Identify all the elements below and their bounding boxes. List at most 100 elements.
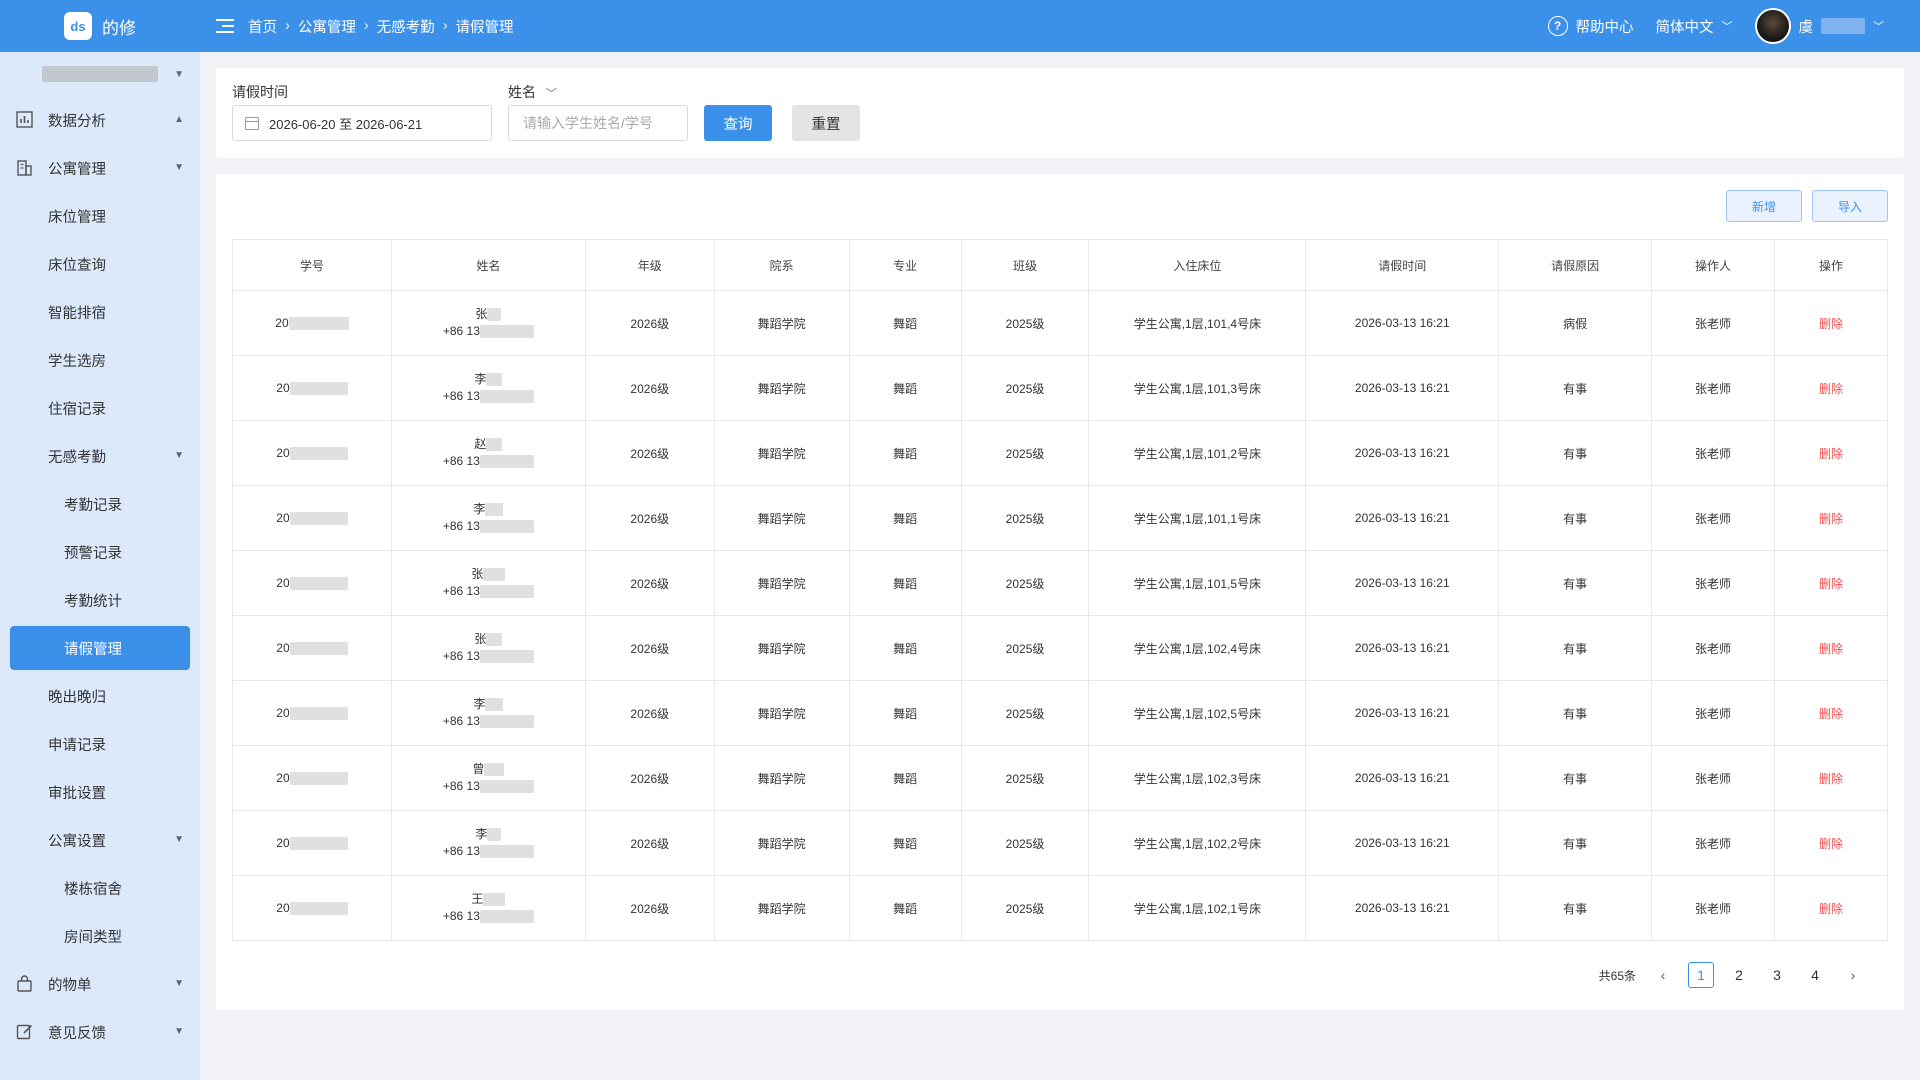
student-id-redacted xyxy=(289,707,348,721)
sidebar-item-application-records[interactable]: 申请记录 xyxy=(0,720,200,768)
phone-redacted xyxy=(479,780,534,794)
page-3[interactable]: 3 xyxy=(1764,962,1790,988)
table-row: 20 张 +86 13 2026级 舞蹈学院 舞蹈 2025级 学生公寓,1层,102,4号床… xyxy=(232,615,1888,681)
phone-prefix: +86 13 xyxy=(442,649,480,663)
menu-toggle-icon[interactable] xyxy=(216,19,234,33)
date-filter-label: 请假时间 xyxy=(232,84,288,100)
student-id-redacted xyxy=(289,512,348,526)
date-range-picker[interactable]: 2026-06-20 至 2026-06-21 xyxy=(232,105,492,141)
delete-button[interactable]: 删除 xyxy=(1819,317,1843,331)
import-button[interactable]: 导入 xyxy=(1812,190,1888,222)
phone-prefix: +86 13 xyxy=(442,324,480,338)
delete-button[interactable]: 删除 xyxy=(1819,902,1843,916)
edit-icon xyxy=(16,1024,33,1040)
add-button[interactable]: 新增 xyxy=(1726,190,1802,222)
sidebar-item-room-types[interactable]: 房间类型 xyxy=(0,912,200,960)
sidebar-item-bed-management[interactable]: 床位管理 xyxy=(0,192,200,240)
caret-down-icon: ▼ xyxy=(174,1026,184,1037)
help-center-link[interactable]: ? 帮助中心 xyxy=(1547,16,1634,37)
delete-button[interactable]: 删除 xyxy=(1819,772,1843,786)
sidebar-item-attendance[interactable]: 无感考勤 ▼ xyxy=(0,432,200,480)
phone-redacted xyxy=(479,520,534,534)
sidebar-item-orders[interactable]: 的物单 ▼ xyxy=(0,960,200,1008)
sidebar-item-apartment-settings[interactable]: 公寓设置 ▼ xyxy=(0,816,200,864)
student-id-prefix: 20 xyxy=(276,445,290,460)
chevron-right-icon[interactable]: › xyxy=(1840,962,1866,988)
page-1[interactable]: 1 xyxy=(1688,962,1714,988)
student-surname: 李 xyxy=(475,827,488,841)
language-label: 简体中文 xyxy=(1655,19,1714,36)
name-cell: 张 +86 13 xyxy=(390,615,586,681)
delete-button[interactable]: 删除 xyxy=(1819,642,1843,656)
student-search-input[interactable] xyxy=(508,105,688,141)
sidebar-item-attendance-records[interactable]: 考勤记录 xyxy=(0,480,200,528)
reset-button[interactable]: 重置 xyxy=(792,105,860,141)
sidebar-item-attendance-stats[interactable]: 考勤统计 xyxy=(0,576,200,624)
name-cell: 张 +86 13 xyxy=(390,550,586,616)
sidebar-item-bed-query[interactable]: 床位查询 xyxy=(0,240,200,288)
action-cell: 删除 xyxy=(1774,680,1888,746)
leave-time-cell: 2026-03-13 16:21 xyxy=(1305,680,1500,746)
chevron-right-icon: › xyxy=(442,18,448,34)
app-logo[interactable]: ds 的修 xyxy=(0,0,200,52)
student-id-cell: 20 xyxy=(232,680,392,746)
table-row: 20 赵 +86 13 2026级 舞蹈学院 舞蹈 2025级 学生公寓,1层,101,2号床… xyxy=(232,420,1888,486)
reason-cell: 有事 xyxy=(1498,615,1653,681)
sidebar-item-smart-allocation[interactable]: 智能排宿 xyxy=(0,288,200,336)
dept-cell: 舞蹈学院 xyxy=(713,745,850,811)
column-header: 请假时间 xyxy=(1305,239,1500,291)
delete-button[interactable]: 删除 xyxy=(1819,707,1843,721)
page-2[interactable]: 2 xyxy=(1726,962,1752,988)
search-button[interactable]: 查询 xyxy=(704,105,772,141)
name-filter-selector[interactable]: 姓名 ﹀ xyxy=(508,82,557,102)
breadcrumb-home[interactable]: 首页 xyxy=(248,16,277,37)
sidebar-item-late-return[interactable]: 晚出晚归 xyxy=(0,672,200,720)
sidebar-item-label: 申请记录 xyxy=(48,737,106,754)
sidebar-item-apartment[interactable]: 公寓管理 ▼ xyxy=(0,144,200,192)
breadcrumb-apartment[interactable]: 公寓管理 xyxy=(298,16,356,37)
column-header: 操作 xyxy=(1774,239,1888,291)
sidebar-item-leave-management[interactable]: 请假管理 xyxy=(10,626,190,670)
delete-button[interactable]: 删除 xyxy=(1819,447,1843,461)
class-cell: 2025级 xyxy=(960,420,1090,486)
sidebar-item-lodging-records[interactable]: 住宿记录 xyxy=(0,384,200,432)
sidebar-item-label: 审批设置 xyxy=(48,785,106,802)
table-row: 20 张 +86 13 2026级 舞蹈学院 舞蹈 2025级 学生公寓,1层,101,4号床… xyxy=(232,290,1888,356)
name-cell: 李 +86 13 xyxy=(390,680,586,746)
sidebar-item-approval-settings[interactable]: 审批设置 xyxy=(0,768,200,816)
dept-cell: 舞蹈学院 xyxy=(713,355,850,421)
caret-down-icon: ▼ xyxy=(174,162,184,173)
delete-button[interactable]: 删除 xyxy=(1819,577,1843,591)
avatar xyxy=(1754,8,1791,44)
dept-cell: 舞蹈学院 xyxy=(713,810,850,876)
action-cell: 删除 xyxy=(1774,875,1888,941)
phone-redacted xyxy=(479,650,534,664)
language-selector[interactable]: 简体中文 ﹀ xyxy=(1656,16,1733,37)
leave-time-cell: 2026-03-13 16:21 xyxy=(1305,810,1500,876)
sidebar-item-room-selection[interactable]: 学生选房 xyxy=(0,336,200,384)
phone-redacted xyxy=(479,845,534,859)
phone-prefix: +86 13 xyxy=(442,714,480,728)
page-4[interactable]: 4 xyxy=(1802,962,1828,988)
sidebar-item-buildings[interactable]: 楼栋宿舍 xyxy=(0,864,200,912)
breadcrumb-attendance[interactable]: 无感考勤 xyxy=(377,16,435,37)
sidebar-item-data-analysis[interactable]: 数据分析 ▲ xyxy=(0,96,200,144)
student-id-redacted xyxy=(289,577,348,591)
student-surname: 李 xyxy=(474,372,487,386)
table-row: 20 李 +86 13 2026级 舞蹈学院 舞蹈 2025级 学生公寓,1层,101,3号床… xyxy=(232,355,1888,421)
user-menu[interactable]: 虞 ﹀ xyxy=(1754,8,1884,44)
action-cell: 删除 xyxy=(1774,290,1888,356)
delete-button[interactable]: 删除 xyxy=(1819,512,1843,526)
reason-cell: 有事 xyxy=(1498,485,1653,551)
delete-button[interactable]: 删除 xyxy=(1819,382,1843,396)
sidebar-item-warning-records[interactable]: 预警记录 xyxy=(0,528,200,576)
sidebar-item-feedback[interactable]: 意见反馈 ▼ xyxy=(0,1008,200,1056)
leave-time-cell: 2026-03-13 16:21 xyxy=(1305,875,1500,941)
student-name-redacted xyxy=(485,503,504,517)
reason-cell: 有事 xyxy=(1498,745,1653,811)
org-selector[interactable]: ▼ xyxy=(0,52,200,96)
sidebar-item-label: 考勤记录 xyxy=(64,497,122,514)
caret-down-icon: ▼ xyxy=(174,834,184,845)
delete-button[interactable]: 删除 xyxy=(1819,837,1843,851)
chevron-left-icon[interactable]: ‹ xyxy=(1650,962,1676,988)
